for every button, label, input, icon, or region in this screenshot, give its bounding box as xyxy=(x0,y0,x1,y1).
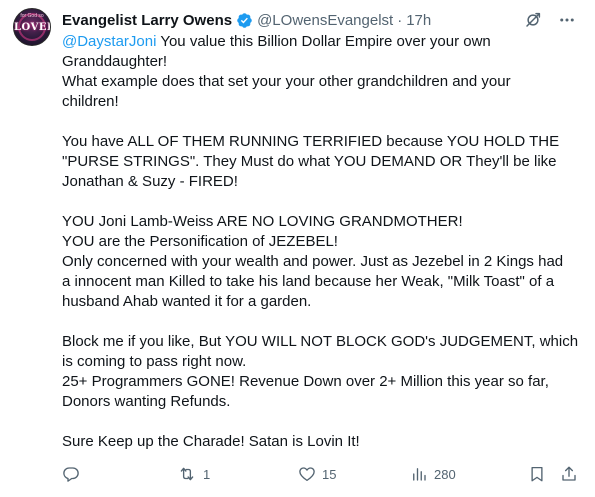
text-line: 25+ Programmers GONE! Revenue Down over … xyxy=(62,373,549,390)
more-icon[interactable] xyxy=(557,10,577,30)
paragraph: You have ALL OF THEM RUNNING TERRIFIED b… xyxy=(62,132,582,192)
text-line: husband Ahab wanted it for a garden. xyxy=(62,293,312,310)
retweet-icon xyxy=(177,465,197,483)
retweet-count: 1 xyxy=(203,466,211,482)
reply-button[interactable] xyxy=(62,465,86,483)
avatar-text-top: for God so xyxy=(20,13,44,19)
bookmark-button[interactable] xyxy=(528,465,546,483)
text-line: is coming to pass right now. xyxy=(62,353,247,370)
action-bar: 1 15 280 xyxy=(62,465,582,485)
user-handle[interactable]: @LOwensEvangelst xyxy=(257,12,393,29)
timestamp[interactable]: 17h xyxy=(406,12,431,29)
tweet-text: @DaystarJoni You value this Billion Doll… xyxy=(62,32,582,452)
text-line: a innocent man Killed to take his land b… xyxy=(62,273,555,290)
like-button[interactable]: 15 xyxy=(298,465,336,483)
views-count: 280 xyxy=(434,466,456,482)
paragraph: @DaystarJoni You value this Billion Doll… xyxy=(62,32,582,112)
views-icon xyxy=(410,465,428,483)
text-line: Granddaughter! xyxy=(62,53,168,70)
avatar[interactable]: for God so LOVED xyxy=(13,8,51,46)
text-line: @DaystarJoni You value this Billion Doll… xyxy=(62,32,582,52)
grok-icon[interactable] xyxy=(523,10,543,30)
text-line: What example does that set your your oth… xyxy=(62,73,511,90)
bookmark-icon xyxy=(528,465,546,483)
paragraph: Sure Keep up the Charade! Satan is Lovin… xyxy=(62,432,582,452)
paragraph: Block me if you like, But YOU WILL NOT B… xyxy=(62,332,582,412)
text-line: Donors wanting Refunds. xyxy=(62,393,231,410)
share-button[interactable] xyxy=(560,465,578,483)
text-line: Jonathan & Suzy - FIRED! xyxy=(62,173,238,190)
text-line: YOU Joni Lamb-Weiss ARE NO LOVING GRANDM… xyxy=(62,213,463,230)
text-span: You value this Billion Dollar Empire ove… xyxy=(156,33,491,50)
tweet-header: Evangelist Larry Owens @LOwensEvangelst … xyxy=(62,10,431,30)
text-line: "PURSE STRINGS". They Must do what YOU D… xyxy=(62,153,557,170)
paragraph: YOU Joni Lamb-Weiss ARE NO LOVING GRANDM… xyxy=(62,212,582,312)
retweet-button[interactable]: 1 xyxy=(177,465,210,483)
views-button[interactable]: 280 xyxy=(410,465,456,483)
verified-badge-icon[interactable] xyxy=(236,12,253,29)
share-icon xyxy=(560,465,578,483)
like-count: 15 xyxy=(322,466,337,482)
top-right-controls xyxy=(523,10,577,30)
avatar-text-main: LOVED xyxy=(14,22,50,33)
display-name[interactable]: Evangelist Larry Owens xyxy=(62,12,232,29)
separator-dot: · xyxy=(397,11,403,29)
text-line: Block me if you like, But YOU WILL NOT B… xyxy=(62,333,579,350)
mention-link[interactable]: @DaystarJoni xyxy=(62,33,156,50)
text-line: Only concerned with your wealth and powe… xyxy=(62,253,564,270)
heart-icon xyxy=(298,465,316,483)
text-line: You have ALL OF THEM RUNNING TERRIFIED b… xyxy=(62,133,560,150)
text-line: children! xyxy=(62,93,119,110)
tweet[interactable]: for God so LOVED Evangelist Larry Owens … xyxy=(0,0,595,497)
text-line: YOU are the Personification of JEZEBEL! xyxy=(62,233,338,250)
reply-icon xyxy=(62,465,80,483)
text-line: Sure Keep up the Charade! Satan is Lovin… xyxy=(62,433,360,450)
